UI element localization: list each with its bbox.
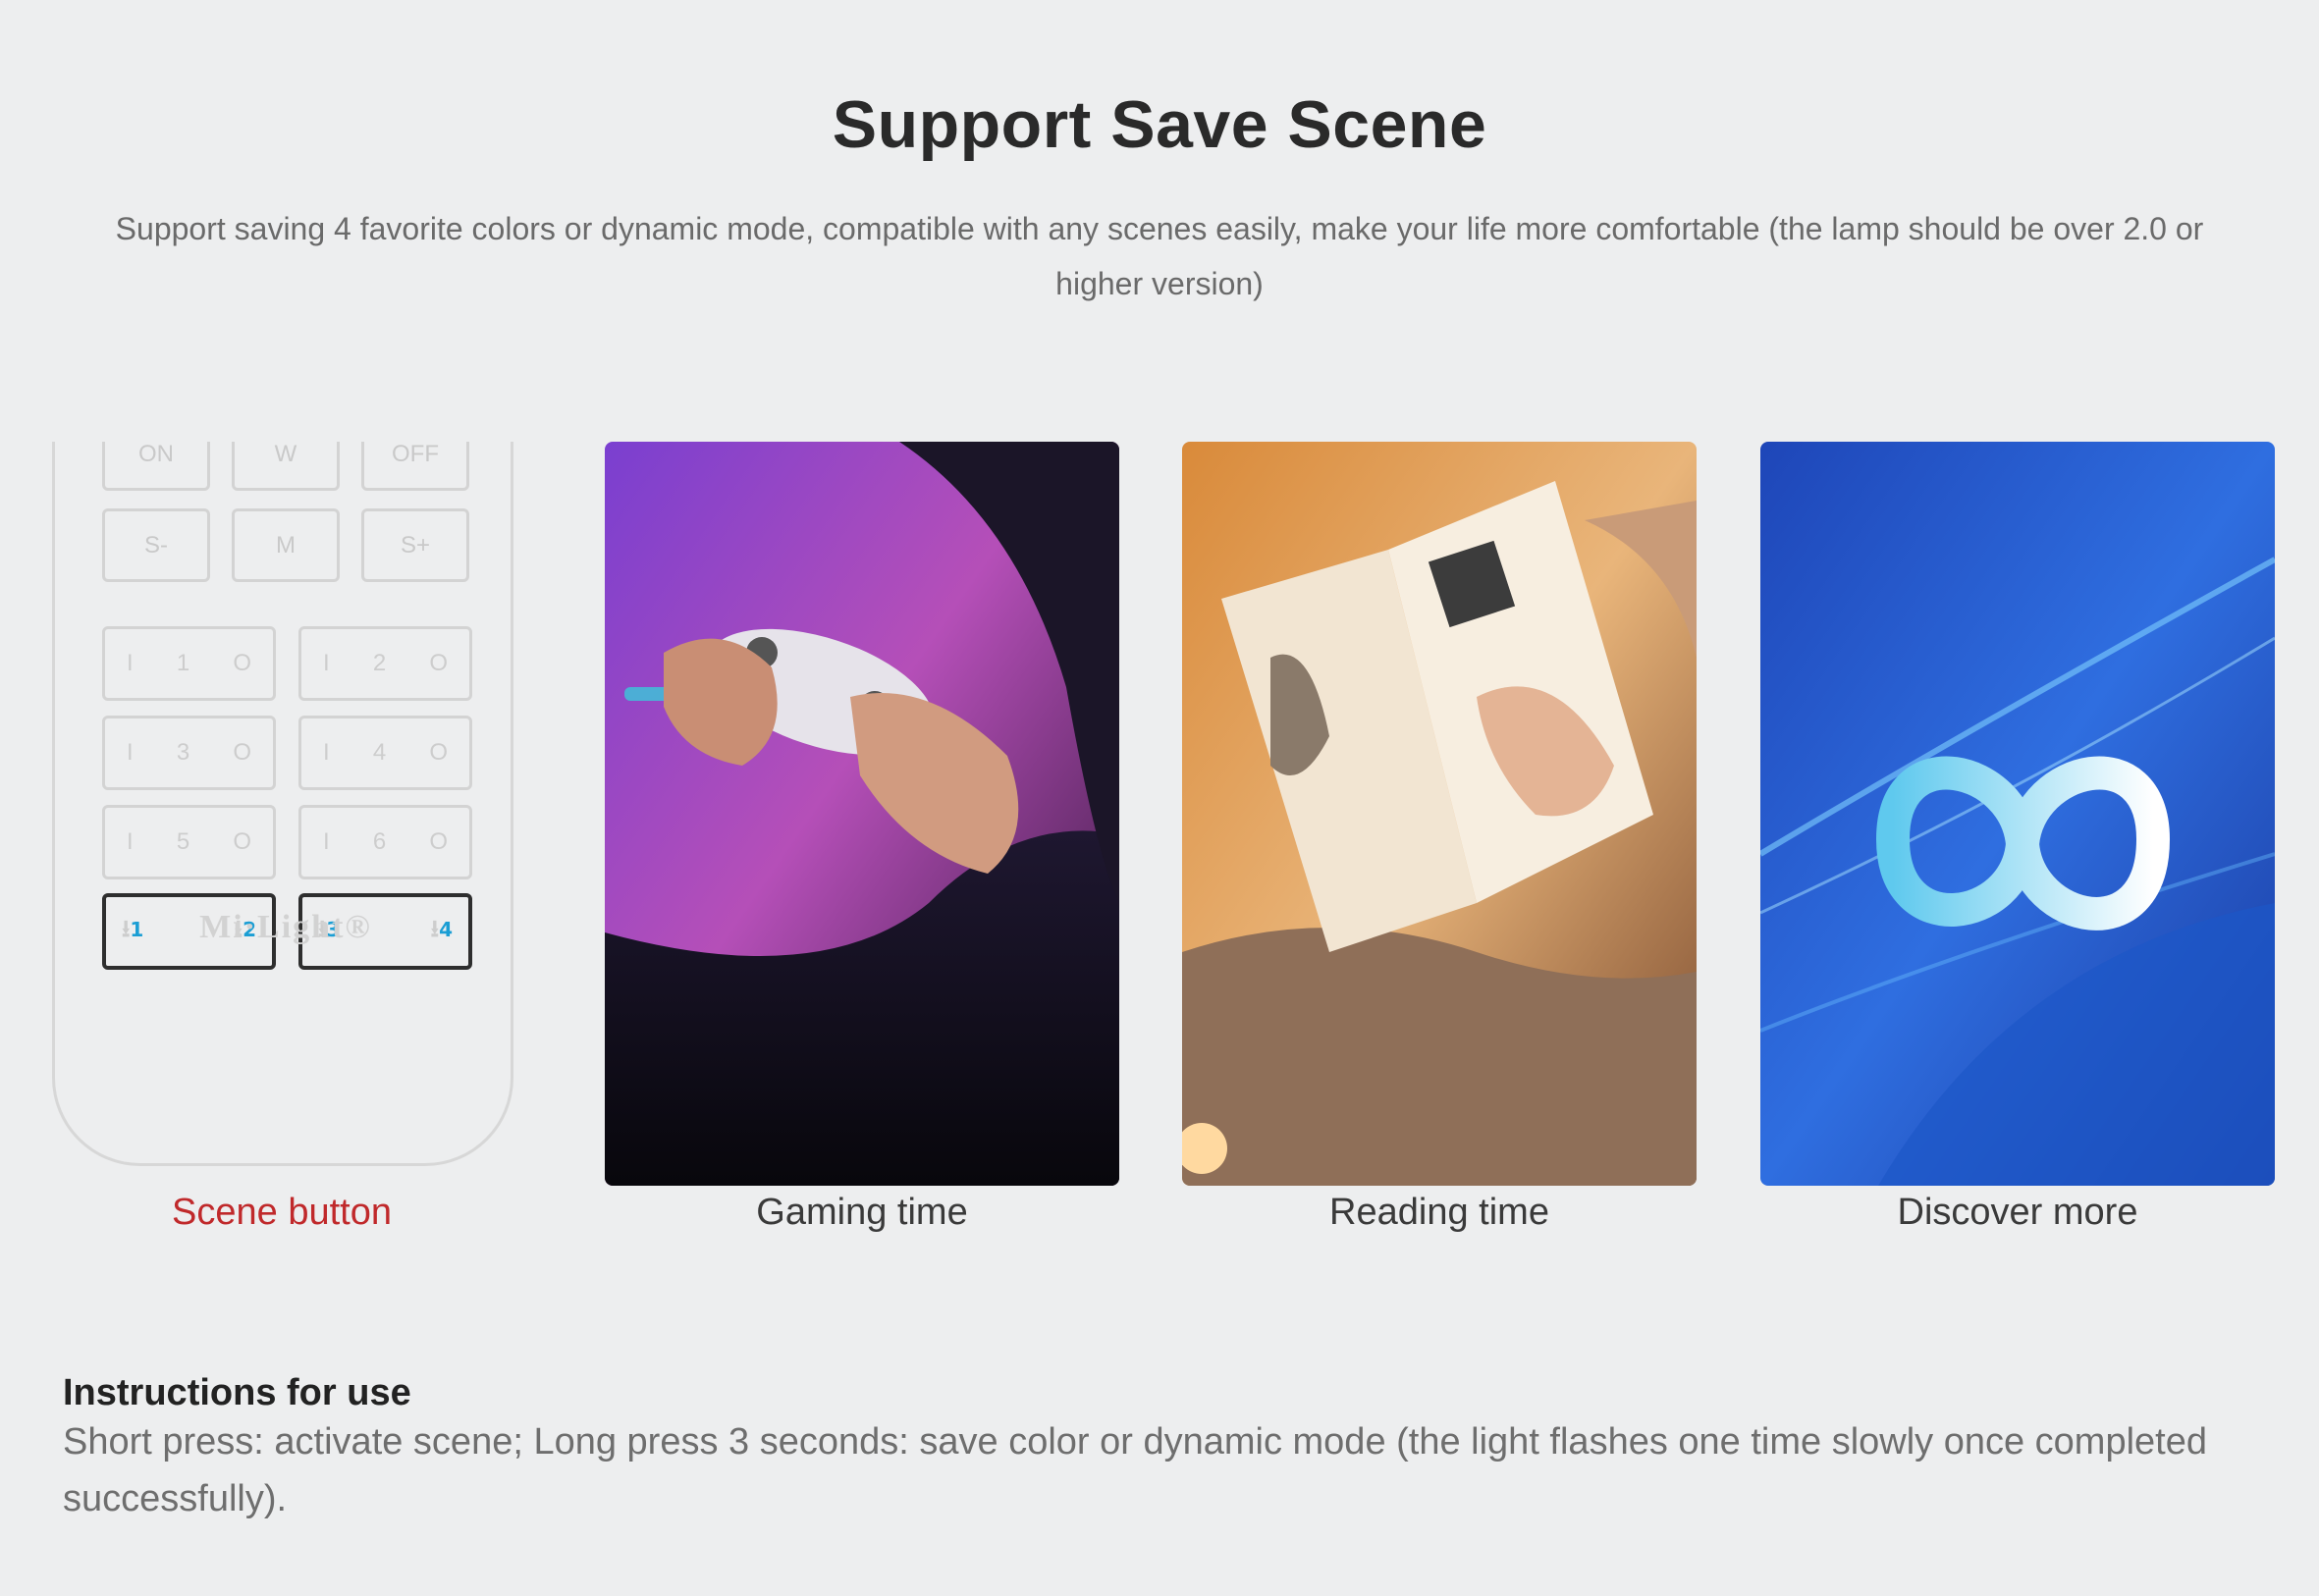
zone-on-glyph: I (323, 828, 330, 855)
remote-s-minus-button: S- (102, 508, 210, 582)
reading-photo-illustration (1182, 442, 1697, 1186)
instructions-heading: Instructions for use (63, 1372, 411, 1413)
zone-number: 3 (176, 739, 190, 766)
caption-gaming-time: Gaming time (756, 1192, 968, 1233)
zone-on-glyph: I (323, 650, 330, 676)
remote-zone-6-button: I 6 O (298, 805, 472, 879)
remote-on-button: ON (102, 442, 210, 491)
remote-w-label: W (274, 442, 297, 467)
zone-number: 5 (176, 828, 190, 855)
caption-scene-button: Scene button (172, 1192, 392, 1233)
zone-on-glyph: I (127, 650, 134, 676)
zone-off-glyph: O (429, 650, 448, 676)
gaming-image (605, 442, 1119, 1186)
remote-w-button: W (232, 442, 340, 491)
infinity-graphic (1760, 442, 2275, 1186)
remote-off-label: OFF (392, 442, 439, 467)
remote-zone-4-button: I 4 O (298, 716, 472, 790)
zone-on-glyph: I (323, 739, 330, 766)
remote-body: ON W OFF S- M S+ I 1 O I 2 O I 3 O I 4 O I 5 O I 6 O… (52, 442, 513, 1166)
zone-number: 6 (372, 828, 387, 855)
caption-discover-more: Discover more (1897, 1192, 2138, 1233)
remote-zone-5-button: I 5 O (102, 805, 276, 879)
zone-on-glyph: I (127, 739, 134, 766)
zone-off-glyph: O (233, 828, 251, 855)
zone-off-glyph: O (233, 739, 251, 766)
zone-off-glyph: O (429, 828, 448, 855)
instructions-text: Short press: activate scene; Long press … (63, 1421, 2207, 1519)
remote-s-plus-label: S+ (400, 531, 431, 559)
remote-zone-2-button: I 2 O (298, 626, 472, 701)
zone-off-glyph: O (429, 739, 448, 766)
page-title: Support Save Scene (832, 87, 1487, 162)
zone-on-glyph: I (127, 828, 134, 855)
remote-brand-logo: Mi·Light® (199, 909, 372, 945)
remote-s-plus-button: S+ (361, 508, 469, 582)
zone-off-glyph: O (233, 650, 251, 676)
remote-s-minus-label: S- (144, 531, 168, 559)
remote-zone-3-button: I 3 O (102, 716, 276, 790)
discover-image (1760, 442, 2275, 1186)
zone-number: 1 (176, 650, 190, 676)
remote-off-button: OFF (361, 442, 469, 491)
remote-zone-1-button: I 1 O (102, 626, 276, 701)
caption-reading-time: Reading time (1329, 1192, 1549, 1233)
page-subtitle: Support saving 4 favorite colors or dyna… (115, 211, 2204, 301)
remote-on-label: ON (138, 442, 174, 467)
remote-m-label: M (276, 531, 296, 559)
remote-illustration: ON W OFF S- M S+ I 1 O I 2 O I 3 O I 4 O I 5 O I 6 O… (44, 442, 525, 1170)
zone-number: 2 (372, 650, 387, 676)
reading-image (1182, 442, 1697, 1186)
zone-number: 4 (372, 739, 387, 766)
gaming-photo-illustration (605, 442, 1119, 1186)
remote-m-button: M (232, 508, 340, 582)
